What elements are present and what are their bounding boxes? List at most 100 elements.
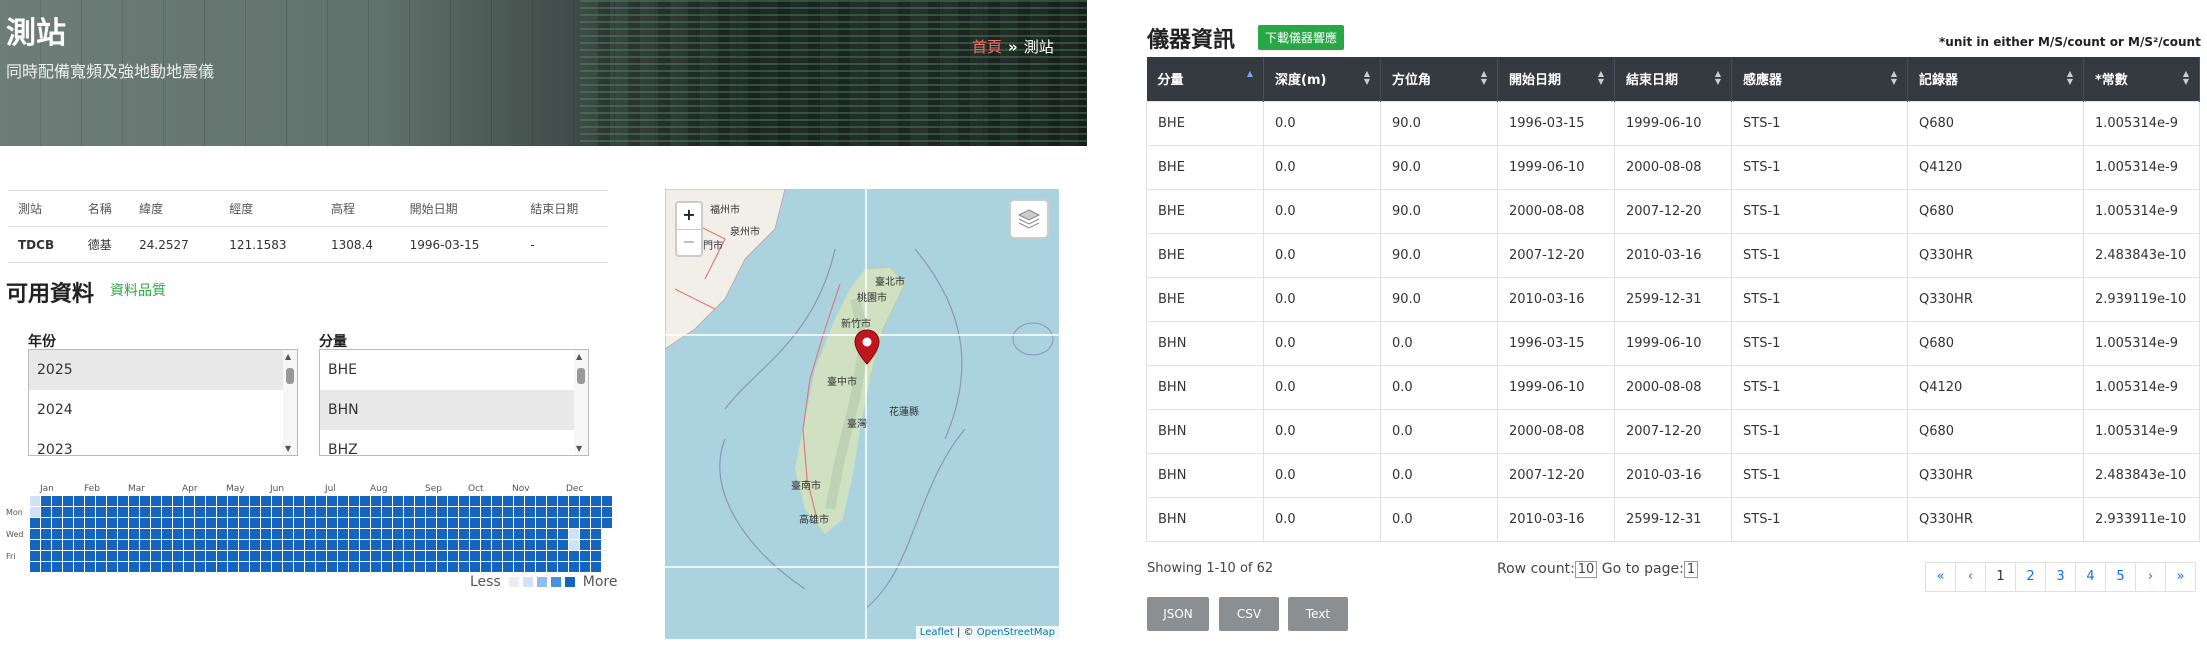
heatmap-cell[interactable] xyxy=(85,507,95,517)
heatmap-cell[interactable] xyxy=(448,507,458,517)
heatmap-cell[interactable] xyxy=(239,551,249,561)
heatmap-cell[interactable] xyxy=(74,529,84,539)
heatmap-cell[interactable] xyxy=(63,562,73,572)
heatmap-cell[interactable] xyxy=(327,507,337,517)
heatmap-cell[interactable] xyxy=(96,551,106,561)
heatmap-cell[interactable] xyxy=(525,518,535,528)
heatmap-cell[interactable] xyxy=(404,551,414,561)
heatmap-cell[interactable] xyxy=(470,529,480,539)
heatmap-cell[interactable] xyxy=(151,518,161,528)
heatmap-cell[interactable] xyxy=(41,518,51,528)
heatmap-cell[interactable] xyxy=(107,540,117,550)
heatmap-cell[interactable] xyxy=(558,529,568,539)
heatmap-cell[interactable] xyxy=(96,496,106,506)
heatmap-cell[interactable] xyxy=(558,551,568,561)
heatmap-cell[interactable] xyxy=(415,551,425,561)
heatmap-cell[interactable] xyxy=(371,551,381,561)
heatmap-cell[interactable] xyxy=(30,507,40,517)
heatmap-cell[interactable] xyxy=(41,496,51,506)
heatmap-cell[interactable] xyxy=(162,496,172,506)
heatmap-cell[interactable] xyxy=(382,551,392,561)
scroll-down-icon[interactable]: ▼ xyxy=(285,444,291,453)
heatmap-cell[interactable] xyxy=(52,540,62,550)
heatmap-cell[interactable] xyxy=(107,529,117,539)
heatmap-cell[interactable] xyxy=(547,507,557,517)
heatmap-cell[interactable] xyxy=(371,562,381,572)
heatmap-cell[interactable] xyxy=(85,518,95,528)
column-header-sensor[interactable]: 感應器 ▲ ▼ xyxy=(1731,57,1908,101)
heatmap-cell[interactable] xyxy=(140,518,150,528)
column-header-constant[interactable]: *常數 ▲ ▼ xyxy=(2083,57,2200,101)
heatmap-cell[interactable] xyxy=(107,518,117,528)
sort-icon[interactable]: ▲ ▼ xyxy=(1598,70,1604,86)
heatmap-cell[interactable] xyxy=(514,496,524,506)
heatmap-cell[interactable] xyxy=(349,496,359,506)
heatmap-cell[interactable] xyxy=(481,562,491,572)
heatmap-cell[interactable] xyxy=(360,551,370,561)
heatmap-cell[interactable] xyxy=(184,529,194,539)
heatmap-cell[interactable] xyxy=(173,540,183,550)
heatmap-cell[interactable] xyxy=(294,507,304,517)
heatmap-cell[interactable] xyxy=(162,518,172,528)
heatmap-cell[interactable] xyxy=(525,551,535,561)
heatmap-cell[interactable] xyxy=(470,551,480,561)
heatmap-cell[interactable] xyxy=(272,551,282,561)
heatmap-cell[interactable] xyxy=(272,529,282,539)
heatmap-cell[interactable] xyxy=(41,551,51,561)
export-csv-button[interactable]: CSV xyxy=(1219,597,1279,631)
prev-page-button[interactable]: ‹ xyxy=(1955,562,1986,592)
heatmap-cell[interactable] xyxy=(371,529,381,539)
heatmap-cell[interactable] xyxy=(206,551,216,561)
download-response-button[interactable]: 下載儀器響應 xyxy=(1258,25,1345,50)
heatmap-cell[interactable] xyxy=(448,540,458,550)
heatmap-cell[interactable] xyxy=(30,540,40,550)
year-scrollbar[interactable]: ▲ ▼ xyxy=(283,350,297,455)
heatmap-cell[interactable] xyxy=(195,551,205,561)
heatmap-cell[interactable] xyxy=(162,551,172,561)
scroll-up-icon[interactable]: ▲ xyxy=(285,352,291,361)
heatmap-cell[interactable] xyxy=(173,562,183,572)
heatmap-cell[interactable] xyxy=(96,562,106,572)
heatmap-cell[interactable] xyxy=(503,551,513,561)
heatmap-cell[interactable] xyxy=(239,529,249,539)
heatmap-cell[interactable] xyxy=(492,562,502,572)
heatmap-cell[interactable] xyxy=(129,518,139,528)
heatmap-cell[interactable] xyxy=(602,518,612,528)
heatmap-cell[interactable] xyxy=(41,529,51,539)
leaflet-link[interactable]: Leaflet xyxy=(920,627,954,638)
heatmap-cell[interactable] xyxy=(118,507,128,517)
heatmap-cell[interactable] xyxy=(283,551,293,561)
heatmap-cell[interactable] xyxy=(415,529,425,539)
heatmap-cell[interactable] xyxy=(426,562,436,572)
heatmap-cell[interactable] xyxy=(492,507,502,517)
heatmap-cell[interactable] xyxy=(294,562,304,572)
heatmap-cell[interactable] xyxy=(173,529,183,539)
heatmap-cell[interactable] xyxy=(338,496,348,506)
heatmap-cell[interactable] xyxy=(195,529,205,539)
heatmap-cell[interactable] xyxy=(492,540,502,550)
heatmap-cell[interactable] xyxy=(415,540,425,550)
heatmap-cell[interactable] xyxy=(305,529,315,539)
heatmap-cell[interactable] xyxy=(74,507,84,517)
heatmap-cell[interactable] xyxy=(228,507,238,517)
heatmap-cell[interactable] xyxy=(558,518,568,528)
heatmap-cell[interactable] xyxy=(591,496,601,506)
station-marker-icon[interactable] xyxy=(854,329,880,365)
heatmap-cell[interactable] xyxy=(415,562,425,572)
heatmap-cell[interactable] xyxy=(437,496,447,506)
heatmap-cell[interactable] xyxy=(514,551,524,561)
heatmap-cell[interactable] xyxy=(305,507,315,517)
heatmap-cell[interactable] xyxy=(371,540,381,550)
heatmap-cell[interactable] xyxy=(118,518,128,528)
heatmap-cell[interactable] xyxy=(228,540,238,550)
component-scrollbar[interactable]: ▲ ▼ xyxy=(574,350,588,455)
heatmap-cell[interactable] xyxy=(206,562,216,572)
heatmap-cell[interactable] xyxy=(426,551,436,561)
breadcrumb-home-link[interactable]: 首頁 xyxy=(972,38,1002,56)
sort-icon[interactable]: ▲ ▼ xyxy=(1481,70,1487,86)
station-map[interactable]: 臺北市 桃園市 新竹市 臺中市 花蓮縣 臺灣 臺南市 高雄市 福州市 廈門市 泉… xyxy=(665,189,1059,639)
heatmap-cell[interactable] xyxy=(536,496,546,506)
heatmap-cell[interactable] xyxy=(151,540,161,550)
heatmap-cell[interactable] xyxy=(327,562,337,572)
heatmap-cell[interactable] xyxy=(250,507,260,517)
